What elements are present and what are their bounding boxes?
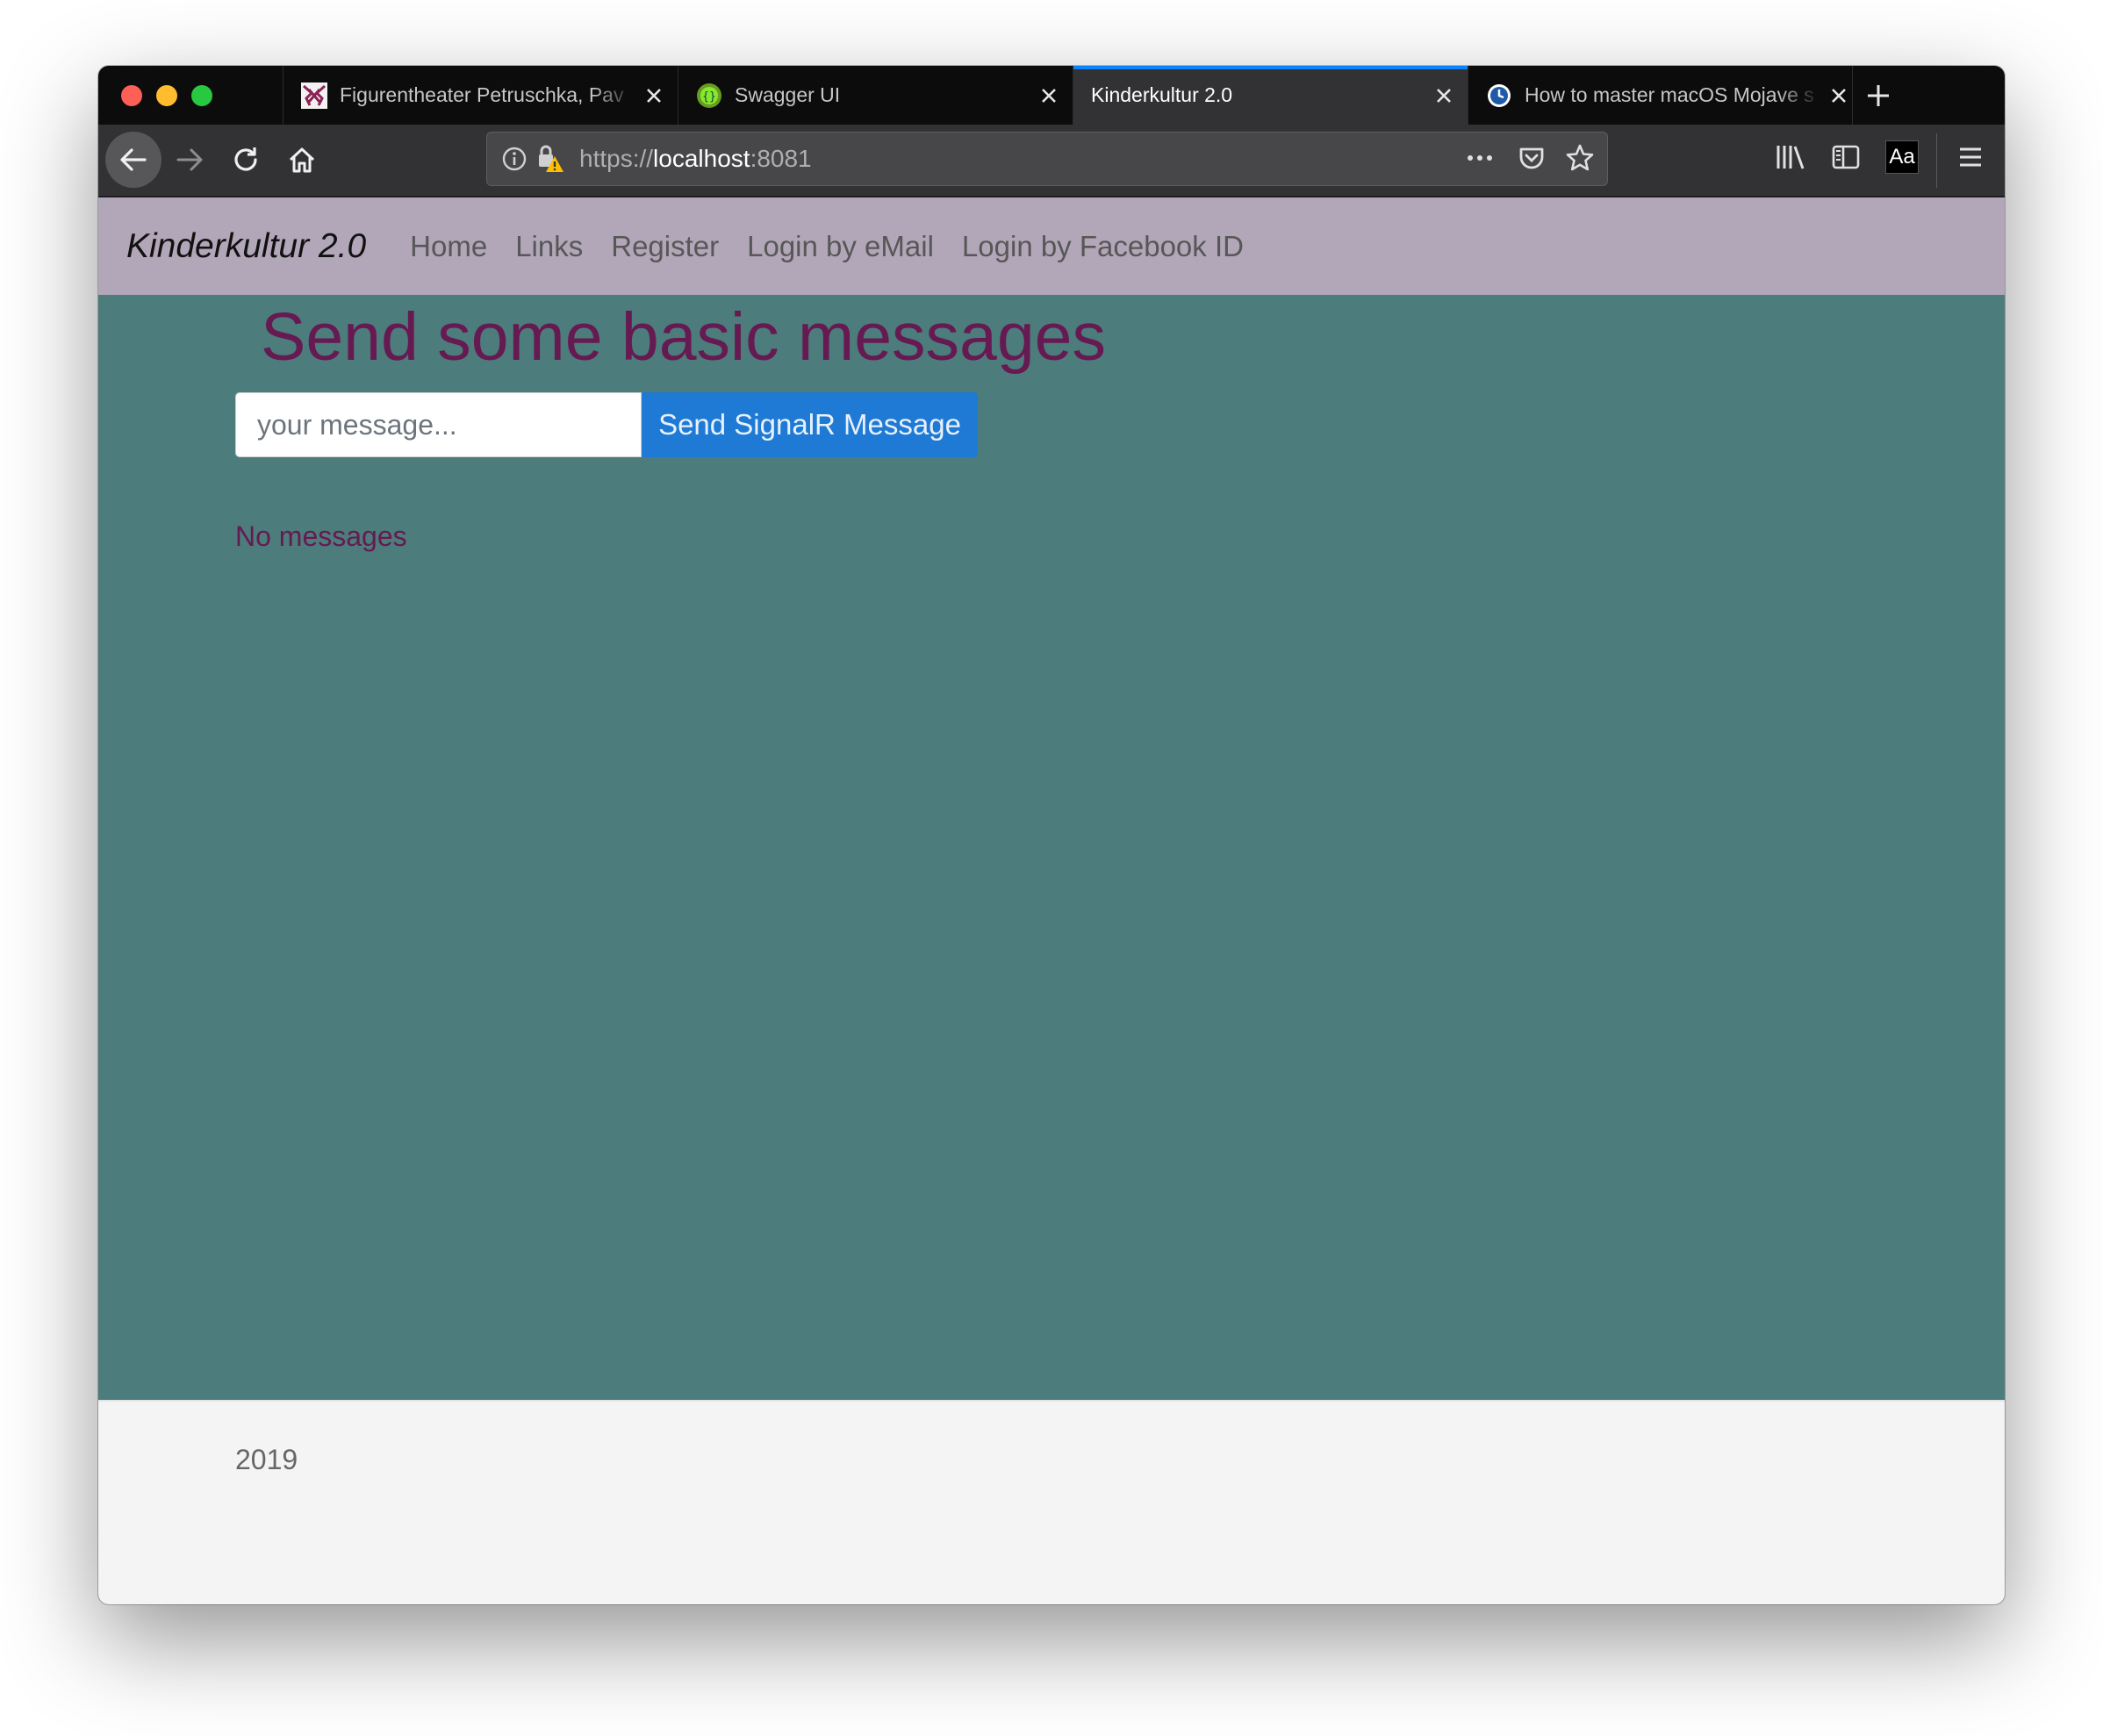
arrow-right-icon (176, 148, 203, 171)
home-icon (289, 147, 315, 173)
theater-favicon-icon (301, 82, 327, 109)
footer-year: 2019 (235, 1444, 298, 1475)
nav-link-register[interactable]: Register (611, 230, 719, 263)
toolbar-divider (1936, 133, 1937, 188)
nav-link-home[interactable]: Home (410, 230, 487, 263)
reader-mode-button[interactable]: Aa (1885, 140, 1919, 174)
sidebar-icon[interactable] (1831, 142, 1861, 172)
url-scheme: https:// (579, 145, 654, 172)
library-icon[interactable] (1775, 142, 1806, 172)
reload-icon (234, 147, 257, 171)
maximize-window-button[interactable] (191, 85, 212, 106)
address-bar[interactable]: https://localhost:8081 (486, 132, 1608, 186)
nav-link-links[interactable]: Links (515, 230, 583, 263)
hamburger-menu-icon[interactable] (1956, 142, 1985, 172)
send-signalr-message-button[interactable]: Send SignalR Message (642, 392, 978, 457)
swagger-favicon-icon: {} (697, 82, 721, 108)
empty-messages-text: No messages (235, 520, 407, 552)
tab-title: Kinderkultur 2.0 (1091, 83, 1233, 106)
tab-title: Figurentheater Petruschka, Pav (340, 83, 624, 106)
close-window-button[interactable] (121, 85, 142, 106)
more-actions-icon[interactable] (1465, 143, 1495, 173)
site-footer: 2019 (98, 1400, 2005, 1604)
new-tab-button[interactable] (1852, 66, 1904, 125)
nav-toolbar: https://localhost:8081 Aa (98, 125, 2005, 197)
tab-macos-mojave[interactable]: How to master macOS Mojave s (1468, 66, 1863, 125)
clock-favicon-icon (1488, 83, 1511, 107)
forward-button[interactable] (161, 132, 218, 188)
nav-link-login-facebook[interactable]: Login by Facebook ID (962, 230, 1244, 263)
url-host: localhost (653, 145, 750, 172)
page-content: Kinderkultur 2.0 Home Links Register Log… (98, 197, 2005, 1604)
url-text[interactable]: https://localhost:8081 (579, 145, 812, 173)
close-tab-icon[interactable] (1821, 87, 1856, 104)
info-icon[interactable] (501, 146, 528, 172)
page-title: Send some basic messages (261, 299, 1106, 375)
back-button[interactable] (105, 132, 161, 188)
tab-strip: Figurentheater Petruschka, Pav {} Swagge… (98, 66, 2005, 125)
bookmark-star-icon[interactable] (1565, 143, 1595, 173)
site-brand[interactable]: Kinderkultur 2.0 (126, 227, 366, 266)
tab-figurentheater[interactable]: Figurentheater Petruschka, Pav (283, 66, 678, 125)
message-input[interactable] (235, 392, 642, 457)
arrow-left-icon (120, 148, 147, 171)
site-navbar: Kinderkultur 2.0 Home Links Register Log… (98, 197, 2005, 295)
close-tab-icon[interactable] (636, 87, 671, 104)
reload-button[interactable] (218, 132, 274, 188)
close-tab-icon[interactable] (1031, 87, 1066, 104)
svg-text:{}: {} (702, 90, 716, 104)
reader-mode-label: Aa (1889, 145, 1915, 169)
plus-icon (1868, 84, 1889, 106)
url-port: :8081 (750, 145, 812, 172)
close-tab-icon[interactable] (1426, 87, 1461, 104)
insecure-lock-icon[interactable] (535, 144, 565, 174)
minimize-window-button[interactable] (156, 85, 177, 106)
home-button[interactable] (274, 132, 330, 188)
nav-link-login-email[interactable]: Login by eMail (747, 230, 934, 263)
tab-kinderkultur[interactable]: Kinderkultur 2.0 (1073, 66, 1468, 125)
browser-window: Figurentheater Petruschka, Pav {} Swagge… (98, 66, 2005, 1604)
tab-title: Swagger UI (735, 83, 841, 106)
tab-swagger[interactable]: {} Swagger UI (678, 66, 1073, 125)
tab-title: How to master macOS Mojave s (1525, 83, 1814, 106)
pocket-icon[interactable] (1518, 144, 1546, 172)
